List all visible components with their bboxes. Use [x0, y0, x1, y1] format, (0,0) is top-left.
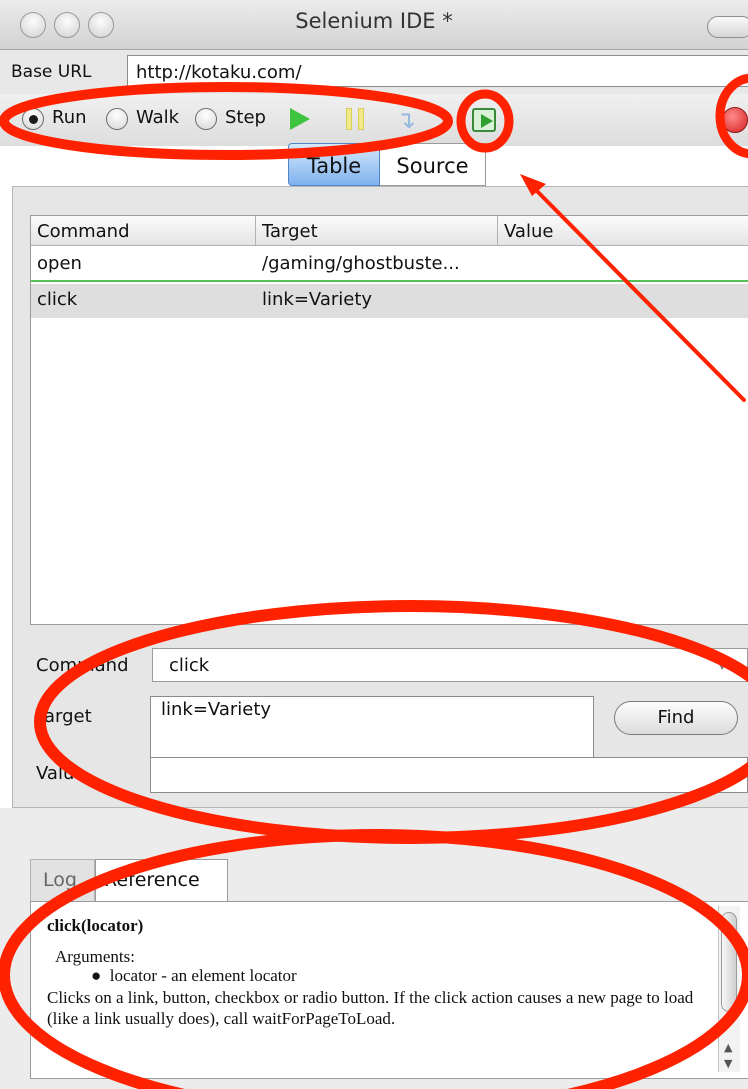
step-radio[interactable]	[195, 108, 217, 130]
base-url-input[interactable]: http://kotaku.com/	[127, 55, 748, 87]
tab-log[interactable]: Log	[30, 859, 95, 901]
scroll-down-icon[interactable]: ▼	[724, 1057, 732, 1070]
column-header-command[interactable]: Command	[31, 216, 256, 246]
row-command: open	[37, 253, 82, 274]
pause-icon[interactable]	[346, 108, 364, 130]
play-icon[interactable]	[290, 108, 310, 130]
column-header-target[interactable]: Target	[256, 216, 498, 246]
target-label: Target	[36, 706, 92, 727]
scroll-up-icon[interactable]: ▲	[724, 1041, 732, 1054]
chevron-down-icon[interactable]: ▼	[716, 653, 728, 672]
walk-label: Walk	[136, 107, 180, 128]
tab-table[interactable]: Table	[288, 143, 380, 186]
tab-source[interactable]: Source	[380, 143, 486, 186]
find-button[interactable]: Find	[614, 701, 738, 735]
row-target: /gaming/ghostbuste...	[262, 253, 460, 274]
record-icon[interactable]	[722, 107, 748, 133]
command-select[interactable]: click	[152, 648, 748, 682]
value-input[interactable]	[150, 757, 748, 793]
reference-description: Clicks on a link, button, checkbox or ra…	[47, 988, 694, 1028]
toolbar-toggle-button[interactable]	[707, 16, 748, 38]
run-label: Run	[52, 107, 87, 128]
row-target: link=Variety	[262, 289, 373, 310]
row-command: click	[37, 289, 78, 310]
reference-panel: click(locator) Arguments: ● locator - an…	[30, 901, 748, 1079]
step-label: Step	[225, 107, 266, 128]
reference-signature: click(locator)	[47, 916, 144, 935]
column-header-value[interactable]: Value	[498, 216, 748, 246]
reference-argument: ● locator - an element locator	[91, 966, 297, 986]
scrollbar-thumb[interactable]	[721, 912, 737, 1012]
walk-radio[interactable]	[106, 108, 128, 130]
tab-reference[interactable]: Reference	[95, 859, 228, 902]
step-icon[interactable]: ↴	[396, 106, 416, 134]
base-url-label: Base URL	[11, 62, 92, 82]
bullet-icon: ●	[91, 966, 110, 985]
reference-argument-text: locator - an element locator	[109, 966, 297, 985]
table-row-selected[interactable]	[31, 284, 748, 318]
run-radio[interactable]	[22, 108, 44, 130]
play-suite-icon[interactable]	[472, 108, 496, 132]
target-input[interactable]: link=Variety	[150, 696, 594, 758]
window-title: Selenium IDE *	[295, 9, 453, 33]
value-label: Value	[36, 763, 86, 784]
command-label: Command	[36, 655, 129, 676]
reference-arguments-heading: Arguments:	[55, 947, 135, 966]
